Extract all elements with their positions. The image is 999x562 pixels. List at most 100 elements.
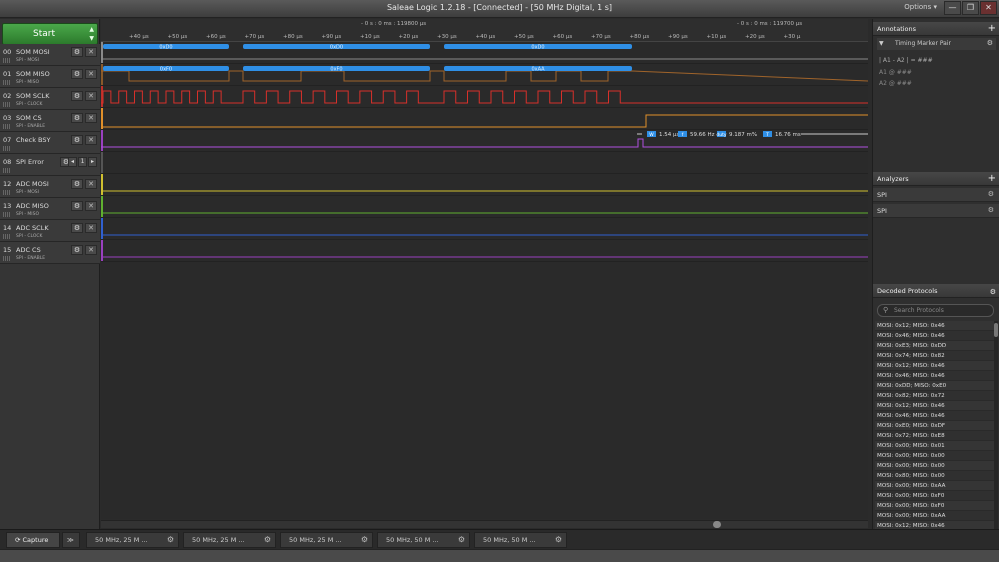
channel-row[interactable]: 01 SOM MISO SPI - MISO ⚙ ✕ [0,66,100,88]
timing-marker-row[interactable]: ▼ Timing Marker Pair ⚙ [877,38,996,50]
channel-name[interactable]: SOM CS [16,114,42,122]
decoded-row[interactable]: MOSI: 0x00; MISO: 0x01 [875,441,996,451]
minimize-button[interactable]: — [944,1,961,15]
session-tab[interactable]: 50 MHz, 50 M ... ⚙ [377,532,470,548]
decoded-settings-icon[interactable]: ⚙ [990,286,996,298]
gear-icon[interactable]: ⚙ [71,91,83,101]
close-icon[interactable]: ✕ [85,201,97,211]
decoded-row[interactable]: MOSI: 0x80; MISO: 0x00 [875,471,996,481]
decoded-row[interactable]: MOSI: 0x46; MISO: 0x46 [875,411,996,421]
drag-handle-icon[interactable] [3,168,11,173]
decoded-row[interactable]: MOSI: 0x00; MISO: 0x00 [875,451,996,461]
analyzer-item[interactable]: SPI ⚙ [873,188,999,202]
analyzer-item[interactable]: SPI ⚙ [873,204,999,218]
channel-row[interactable]: 07 Check BSY ⚙ ✕ [0,132,100,154]
drag-handle-icon[interactable] [3,234,11,239]
tab-overflow-button[interactable]: ≫ [62,532,80,548]
decoded-row[interactable]: MOSI: 0x12; MISO: 0x46 [875,361,996,371]
gear-icon[interactable]: ⚙ [71,201,83,211]
channel-name[interactable]: SOM MISO [16,70,50,78]
drag-handle-icon[interactable] [3,58,11,63]
channel-row[interactable]: 12 ADC MOSI SPI - MOSI ⚙ ✕ [0,176,100,198]
drag-handle-icon[interactable] [3,190,11,195]
gear-icon[interactable]: ⚙ [71,179,83,189]
channel-row[interactable]: 03 SOM CS SPI - ENABLE ⚙ ✕ [0,110,100,132]
waveform-area[interactable]: - 0 s : 0 ms : 119800 µs - 0 s : 0 ms : … [101,19,868,519]
close-icon[interactable]: ✕ [85,69,97,79]
decoded-row[interactable]: MOSI: 0x00; MISO: 0x00 [875,461,996,471]
close-icon[interactable]: ✕ [85,179,97,189]
channel-name[interactable]: ADC MISO [16,202,49,210]
horizontal-scrollbar[interactable] [101,520,868,528]
start-options-icon[interactable]: ▲ ▼ [89,25,94,43]
search-input[interactable]: ⚲ Search Protocols [877,304,994,317]
decoded-row[interactable]: MOSI: 0x74; MISO: 0x82 [875,351,996,361]
gear-icon[interactable]: ⚙ [71,135,83,145]
decoded-row[interactable]: MOSI: 0x00; MISO: 0xAA [875,481,996,491]
decoded-row[interactable]: MOSI: 0x12; MISO: 0x46 [875,321,996,331]
gear-icon[interactable]: ⚙ [71,69,83,79]
close-icon[interactable]: ✕ [85,113,97,123]
gear-icon[interactable]: ⚙ [71,113,83,123]
channel-name[interactable]: SOM SCLK [16,92,49,100]
decoded-scroll-thumb[interactable] [994,323,998,337]
decoded-row[interactable]: MOSI: 0x72; MISO: 0xE8 [875,431,996,441]
restore-button[interactable]: ❐ [962,1,979,15]
add-annotation-button[interactable]: + [988,23,996,35]
close-icon[interactable]: ✕ [85,47,97,57]
session-tab[interactable]: 50 MHz, 25 M ... ⚙ [280,532,373,548]
drag-handle-icon[interactable] [3,146,11,151]
decoded-row[interactable]: MOSI: 0x00; MISO: 0xAA [875,511,996,521]
channel-row[interactable]: 14 ADC SCLK SPI - CLOCK ⚙ ✕ [0,220,100,242]
prev-icon[interactable]: ◂ [68,157,77,167]
session-tab[interactable]: 50 MHz, 50 M ... ⚙ [474,532,567,548]
gear-icon[interactable]: ⚙ [555,533,562,547]
gear-icon[interactable]: ⚙ [361,533,368,547]
add-analyzer-button[interactable]: + [988,173,996,185]
gear-icon[interactable]: ⚙ [71,223,83,233]
decoded-row[interactable]: MOSI: 0x00; MISO: 0xF0 [875,501,996,511]
decoded-row[interactable]: MOSI: 0x46; MISO: 0x46 [875,371,996,381]
drag-handle-icon[interactable] [3,124,11,129]
channel-name[interactable]: ADC CS [16,246,41,254]
gear-icon[interactable]: ⚙ [167,533,174,547]
drag-handle-icon[interactable] [3,80,11,85]
gear-icon[interactable]: ⚙ [988,206,994,214]
channel-name[interactable]: ADC SCLK [16,224,49,232]
close-icon[interactable]: ✕ [85,223,97,233]
decoded-row[interactable]: MOSI: 0x12; MISO: 0x46 [875,401,996,411]
close-icon[interactable]: ✕ [85,91,97,101]
channel-name[interactable]: ADC MOSI [16,180,49,188]
start-button[interactable]: Start ▲ ▼ [2,23,98,45]
close-icon[interactable]: ✕ [85,245,97,255]
next-icon[interactable]: ▸ [88,157,97,167]
decoded-row[interactable]: MOSI: 0x82; MISO: 0x72 [875,391,996,401]
drag-handle-icon[interactable] [3,256,11,261]
decoded-row[interactable]: MOSI: 0xDD; MISO: 0xE0 [875,381,996,391]
gear-icon[interactable]: ⚙ [458,533,465,547]
gear-icon[interactable]: ⚙ [264,533,271,547]
close-icon[interactable]: ✕ [85,135,97,145]
channel-row[interactable]: 00 SOM MOSI SPI - MOSI ⚙ ✕ [0,44,100,66]
decoded-row[interactable]: MOSI: 0x00; MISO: 0xF0 [875,491,996,501]
scroll-thumb[interactable] [713,521,721,528]
session-tab[interactable]: 50 MHz, 25 M ... ⚙ [86,532,179,548]
channel-row[interactable]: 15 ADC CS SPI - ENABLE ⚙ ✕ [0,242,100,264]
channel-row[interactable]: 13 ADC MISO SPI - MISO ⚙ ✕ [0,198,100,220]
channel-row[interactable]: 02 SOM SCLK SPI - CLOCK ⚙ ✕ [0,88,100,110]
waveform-canvas[interactable]: 0xD00xF00xD00xF00xD00xAAW 1.54 µs f 59.66 H… [101,42,868,519]
decoded-row[interactable]: MOSI: 0xE0; MISO: 0xDF [875,421,996,431]
channel-row[interactable]: 08 SPI Error ⚙ ◂ 1 ▸ [0,154,100,176]
channel-name[interactable]: SPI Error [16,158,44,166]
time-ruler[interactable]: - 0 s : 0 ms : 119800 µs - 0 s : 0 ms : … [101,19,868,42]
decoded-row[interactable]: MOSI: 0x46; MISO: 0x46 [875,331,996,341]
capture-tab[interactable]: ⟳ Capture [6,532,60,548]
session-tab[interactable]: 50 MHz, 25 M ... ⚙ [183,532,276,548]
drag-handle-icon[interactable] [3,212,11,217]
decoded-list[interactable]: MOSI: 0x12; MISO: 0x46 MOSI: 0x46; MISO: … [875,321,996,547]
gear-icon[interactable]: ⚙ [987,39,993,47]
decoded-scrollbar[interactable] [994,321,998,547]
options-menu[interactable]: Options ▾ [904,3,937,11]
drag-handle-icon[interactable] [3,102,11,107]
close-button[interactable]: ✕ [980,1,997,15]
